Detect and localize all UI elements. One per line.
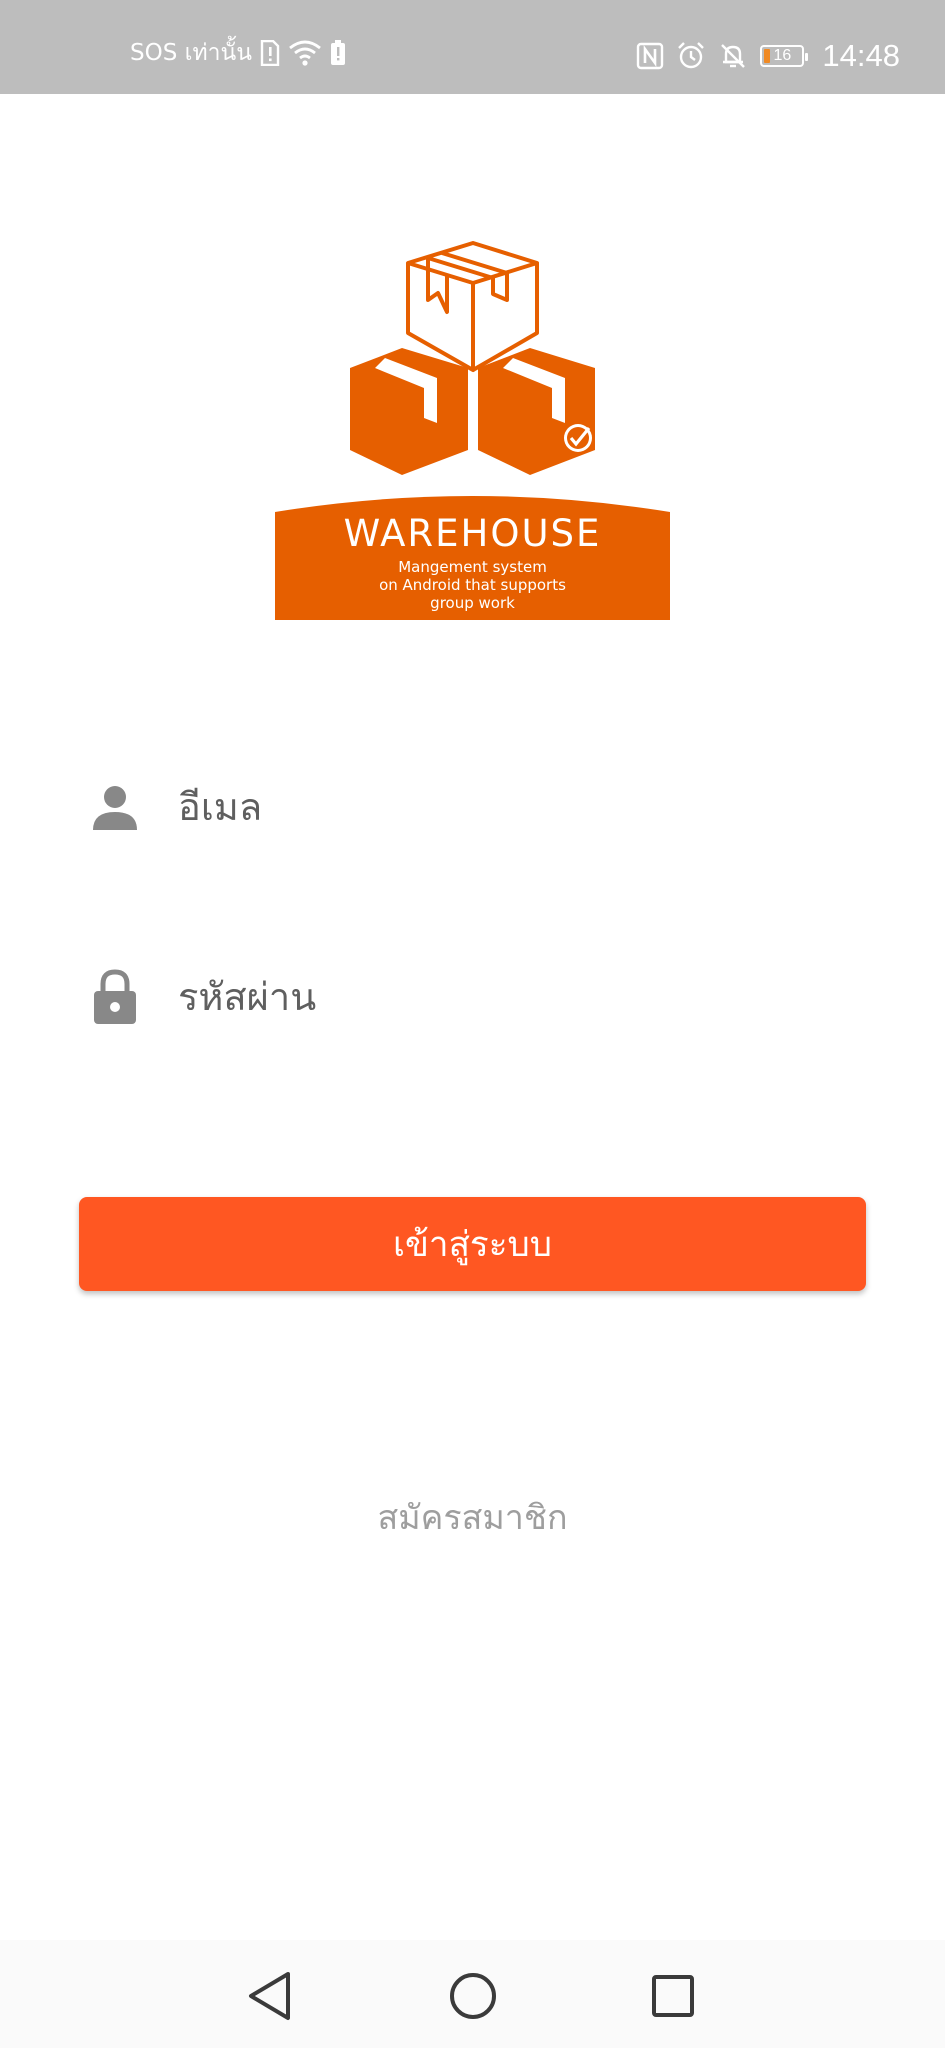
recent-apps-icon[interactable] xyxy=(645,1968,701,2024)
back-icon[interactable] xyxy=(242,1968,298,2024)
status-right: 16 14:48 xyxy=(636,40,900,71)
status-left: SOS เท่านั้น xyxy=(130,40,346,66)
logo-subtitle: Mangement system on Android that support… xyxy=(275,558,670,612)
battery-level: 16 xyxy=(773,46,792,64)
password-input[interactable] xyxy=(178,975,872,1019)
lock-icon xyxy=(92,969,138,1024)
battery-saver-icon xyxy=(330,40,346,66)
nfc-icon xyxy=(636,42,664,70)
logo-subtitle-line: on Android that supports xyxy=(379,576,566,594)
bell-off-icon xyxy=(718,41,748,71)
battery-icon: 16 xyxy=(760,44,809,67)
login-button[interactable]: เข้าสู่ระบบ xyxy=(79,1197,866,1291)
battery-fill xyxy=(764,48,771,63)
logo-subtitle-line: group work xyxy=(430,594,515,612)
wifi-icon xyxy=(288,40,322,66)
navigation-bar xyxy=(0,1940,945,2048)
alarm-icon xyxy=(676,41,706,71)
status-bar: SOS เท่านั้น 16 14:48 xyxy=(0,0,945,94)
email-field[interactable] xyxy=(92,772,872,842)
home-icon[interactable] xyxy=(445,1968,501,2024)
warehouse-logo: WAREHOUSE Mangement system on Android th… xyxy=(275,240,670,620)
email-input[interactable] xyxy=(178,785,872,829)
clock: 14:48 xyxy=(822,38,900,73)
carrier-text: SOS เท่านั้น xyxy=(130,39,252,66)
person-icon xyxy=(92,782,138,832)
logo-title: WAREHOUSE xyxy=(343,512,602,555)
sim-alert-icon xyxy=(260,40,280,66)
logo-subtitle-line: Mangement system xyxy=(398,558,547,576)
password-field[interactable] xyxy=(92,962,872,1032)
register-link[interactable]: สมัครสมาชิก xyxy=(0,1490,945,1544)
